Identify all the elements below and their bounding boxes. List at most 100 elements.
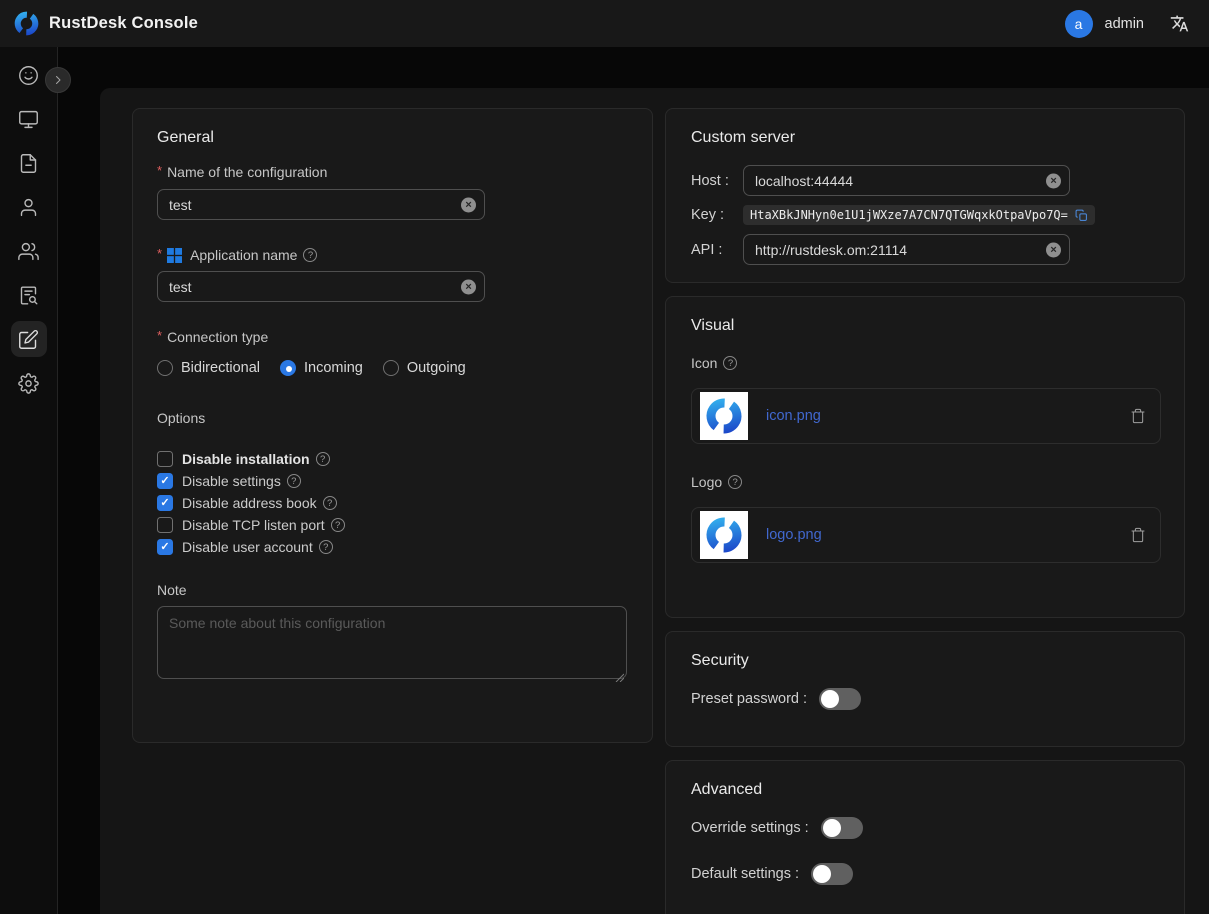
help-icon[interactable]: ?: [319, 540, 333, 554]
general-card: General * Name of the configuration ✕ * …: [132, 108, 653, 743]
help-icon[interactable]: ?: [723, 356, 737, 370]
note-textarea[interactable]: [157, 606, 627, 679]
clear-icon[interactable]: ✕: [461, 279, 476, 294]
connection-type-label: * Connection type: [157, 329, 628, 345]
security-title: Security: [691, 652, 1159, 670]
config-name-input[interactable]: [157, 189, 485, 220]
preset-password-label: Preset password :: [691, 691, 807, 707]
sidebar: [0, 47, 58, 914]
chevron-right-icon: [52, 74, 64, 86]
username[interactable]: admin: [1105, 16, 1145, 32]
sidebar-item-monitor[interactable]: [11, 101, 47, 137]
checkbox-row-disable-tcp-listen-port[interactable]: Disable TCP listen port ?: [157, 514, 628, 536]
file-search-icon: [18, 285, 39, 306]
key-value-chip: HtaXBkJNHyn0e1U1jWXze7A7CN7QTGWqxkOtpaVp…: [743, 205, 1095, 225]
api-input[interactable]: [743, 234, 1070, 265]
translate-icon[interactable]: [1170, 14, 1189, 33]
application-name-label: * Application name ?: [157, 247, 628, 263]
brand: RustDesk Console: [13, 10, 198, 37]
api-label: API :: [691, 242, 743, 258]
preset-password-toggle[interactable]: [819, 688, 861, 710]
required-asterisk: *: [157, 246, 162, 261]
app-title: RustDesk Console: [49, 14, 198, 33]
override-settings-toggle[interactable]: [821, 817, 863, 839]
checkbox-icon: [157, 539, 173, 555]
icon-filename-link[interactable]: icon.png: [766, 408, 821, 424]
trash-icon[interactable]: [1130, 527, 1146, 543]
user-icon: [18, 197, 39, 218]
visual-card: Visual Icon ? icon.png Logo ?: [665, 296, 1185, 618]
clear-icon[interactable]: ✕: [1046, 242, 1061, 257]
checkbox-row-disable-address-book[interactable]: Disable address book ?: [157, 492, 628, 514]
radio-outgoing[interactable]: Outgoing: [383, 360, 466, 376]
key-value: HtaXBkJNHyn0e1U1jWXze7A7CN7QTGWqxkOtpaVp…: [750, 208, 1068, 222]
icon-thumbnail: [700, 392, 748, 440]
app-root: RustDesk Console a admin: [0, 0, 1209, 914]
sidebar-item-settings[interactable]: [11, 365, 47, 401]
radio-bidirectional[interactable]: Bidirectional: [157, 360, 260, 376]
host-input[interactable]: [743, 165, 1070, 196]
windows-icon: [167, 248, 182, 263]
note-label: Note: [157, 582, 628, 598]
host-row: Host : ✕: [691, 165, 1159, 196]
help-icon[interactable]: ?: [331, 518, 345, 532]
checkbox-row-disable-settings[interactable]: Disable settings ?: [157, 470, 628, 492]
radio-icon: [383, 360, 399, 376]
host-field: ✕: [743, 165, 1070, 196]
default-settings-toggle[interactable]: [811, 863, 853, 885]
checkbox-icon: [157, 517, 173, 533]
sidebar-item-edit[interactable]: [11, 321, 47, 357]
radio-icon: [280, 360, 296, 376]
copy-icon[interactable]: [1075, 209, 1088, 222]
sidebar-item-user[interactable]: [11, 189, 47, 225]
avatar[interactable]: a: [1065, 10, 1093, 38]
logo-filename-link[interactable]: logo.png: [766, 527, 822, 543]
file-icon: [18, 153, 39, 174]
app-header: RustDesk Console a admin: [0, 0, 1209, 47]
radio-icon: [157, 360, 173, 376]
checkbox-icon: [157, 451, 173, 467]
monitor-icon: [18, 109, 39, 130]
options-label: Options: [157, 410, 628, 426]
visual-title: Visual: [691, 317, 1159, 335]
help-icon[interactable]: ?: [323, 496, 337, 510]
sidebar-collapse-button[interactable]: [45, 67, 71, 93]
help-icon[interactable]: ?: [303, 248, 317, 262]
edit-square-icon: [18, 329, 39, 350]
security-card: Security Preset password :: [665, 631, 1185, 747]
trash-icon[interactable]: [1130, 408, 1146, 424]
sidebar-item-users[interactable]: [11, 233, 47, 269]
config-name-field: ✕: [157, 189, 485, 220]
logo-label: Logo ?: [691, 474, 1159, 490]
clear-icon[interactable]: ✕: [461, 197, 476, 212]
sidebar-item-file[interactable]: [11, 145, 47, 181]
general-title: General: [157, 129, 628, 147]
checkbox-icon: [157, 495, 173, 511]
clear-icon[interactable]: ✕: [1046, 173, 1061, 188]
help-icon[interactable]: ?: [287, 474, 301, 488]
users-icon: [18, 241, 39, 262]
required-asterisk: *: [157, 328, 162, 343]
checkbox-row-disable-installation[interactable]: Disable installation ?: [157, 448, 628, 470]
help-icon[interactable]: ?: [728, 475, 742, 489]
sidebar-item-smiley[interactable]: [11, 57, 47, 93]
override-settings-row: Override settings :: [691, 817, 1159, 839]
icon-file-item: icon.png: [691, 388, 1161, 444]
advanced-title: Advanced: [691, 781, 1159, 799]
gear-icon: [18, 373, 39, 394]
note-field: [157, 606, 627, 684]
host-label: Host :: [691, 173, 743, 189]
help-icon[interactable]: ?: [316, 452, 330, 466]
connection-type-group: Bidirectional Incoming Outgoing: [157, 360, 628, 376]
sidebar-item-file-search[interactable]: [11, 277, 47, 313]
advanced-card: Advanced Override settings : Default set…: [665, 760, 1185, 914]
application-name-input[interactable]: [157, 271, 485, 302]
api-row: API : ✕: [691, 234, 1159, 265]
default-settings-label: Default settings :: [691, 866, 799, 882]
custom-server-card: Custom server Host : ✕ Key : HtaXBkJNHyn…: [665, 108, 1185, 283]
config-name-label: * Name of the configuration: [157, 164, 628, 180]
radio-incoming[interactable]: Incoming: [280, 360, 363, 376]
checkbox-row-disable-user-account[interactable]: Disable user account ?: [157, 536, 628, 558]
default-settings-row: Default settings :: [691, 863, 1159, 885]
application-name-field: ✕: [157, 271, 485, 302]
